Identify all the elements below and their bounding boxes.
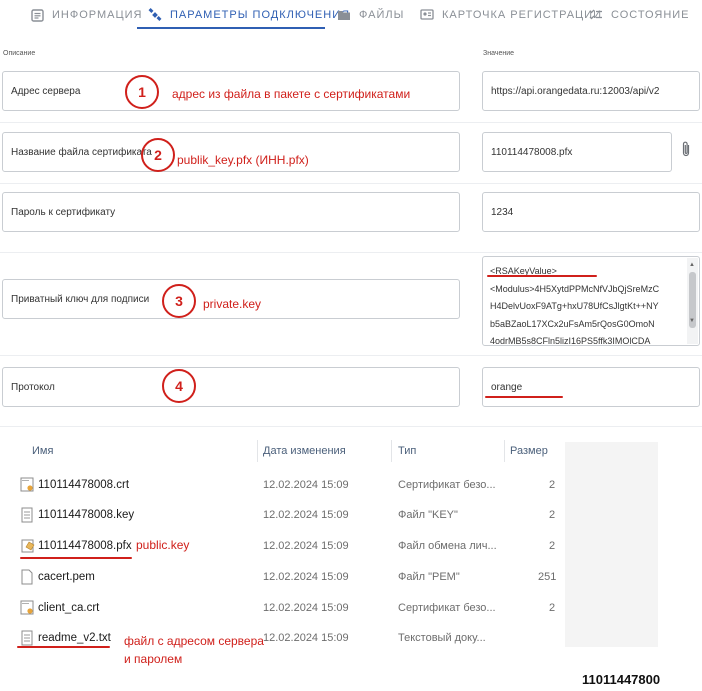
annotation-note-pfx: public.key: [136, 538, 190, 552]
file-type: Файл "KEY": [398, 509, 458, 521]
file-type: Сертификат безо...: [398, 602, 496, 614]
key-line: <Modulus>4H5XytdPPMcNfVJbQjSreMzC: [490, 283, 660, 294]
annotation-note-3: private.key: [203, 297, 262, 311]
column-header-size[interactable]: Размер: [510, 440, 548, 462]
file-type: Файл обмена лич...: [398, 540, 497, 552]
file-name: 110114478008.pfx: [38, 540, 132, 552]
description-column-header: Описание: [3, 50, 36, 57]
key-line: <RSAKeyValue>: [490, 266, 557, 276]
file-date: 12.02.2024 15:09: [263, 602, 349, 614]
file-size: 2: [549, 602, 556, 614]
divider: [0, 122, 702, 123]
server-address-input[interactable]: https://api.orangedata.ru:12003/api/v2: [482, 71, 700, 111]
column-separator[interactable]: [504, 440, 505, 462]
file-name: 110114478008.key: [38, 509, 135, 521]
key-line: b5aBZaoL17XCx2uFsAm5rQosG0OmoN: [490, 318, 655, 329]
file-date: 12.02.2024 15:09: [263, 509, 349, 521]
file-row[interactable]: 110114478008.key 12.02.2024 15:09 Файл "…: [0, 501, 560, 531]
annotation-number-1: 1: [125, 75, 159, 109]
file-date: 12.02.2024 15:09: [263, 540, 349, 552]
tab-bar: ИНФОРМАЦИЯ ПАРАМЕТРЫ ПОДКЛЮЧЕНИЯ ФАЙЛЫ К…: [0, 0, 702, 30]
tab-label: СОСТОЯНИЕ: [611, 9, 690, 21]
annotation-underline: [487, 275, 597, 277]
certificate-password-label: Пароль к сертификату: [2, 192, 460, 232]
file-type: Файл "PEM": [398, 571, 460, 583]
file-row[interactable]: readme_v2.txt 12.02.2024 15:09 Текстовый…: [0, 624, 560, 654]
tab-label: ПАРАМЕТРЫ ПОДКЛЮЧЕНИЯ: [170, 9, 351, 21]
text-file-icon: [20, 630, 34, 646]
column-separator[interactable]: [391, 440, 392, 462]
file-size: 2: [549, 479, 556, 491]
file-row[interactable]: client_ca.crt 12.02.2024 15:09 Сертифика…: [0, 594, 560, 624]
tab-connection-parameters[interactable]: ПАРАМЕТРЫ ПОДКЛЮЧЕНИЯ: [148, 0, 350, 30]
column-header-name[interactable]: Имя: [32, 440, 53, 462]
tab-files[interactable]: ФАЙЛЫ: [337, 0, 404, 30]
blank-file-icon: [20, 569, 34, 585]
id-card-icon: [420, 8, 434, 22]
file-type: Текстовый доку...: [398, 632, 486, 644]
file-size: 2: [549, 509, 556, 521]
tab-label: КАРТОЧКА РЕГИСТРАЦИИ: [442, 9, 602, 21]
certificate-file-input[interactable]: 110114478008.pfx: [482, 132, 672, 172]
tab-registration-card[interactable]: КАРТОЧКА РЕГИСТРАЦИИ: [420, 0, 602, 30]
file-row[interactable]: cacert.pem 12.02.2024 15:09 Файл "PEM" 2…: [0, 563, 560, 593]
certificate-password-input[interactable]: 1234: [482, 192, 700, 232]
folder-icon: [337, 8, 351, 22]
file-name: readme_v2.txt: [38, 632, 111, 644]
protocol-label: Протокол: [2, 367, 460, 407]
annotation-note-readme-1: файл с адресом сервера: [124, 634, 264, 648]
file-name: cacert.pem: [38, 571, 95, 583]
key-line: H4DelvUoxF9ATg+hxU78UfCsJlgtKt++NY: [490, 301, 659, 311]
annotation-note-2: publik_key.pfx (ИНН.pfx): [177, 153, 309, 167]
private-key-textarea[interactable]: <RSAKeyValue> <Modulus>4H5XytdPPMcNfVJbQ…: [482, 256, 700, 346]
partial-filename-text: 11011447800: [582, 672, 661, 687]
redacted-panel: [565, 442, 658, 647]
file-row[interactable]: 110114478008.crt 12.02.2024 15:09 Сертиф…: [0, 471, 560, 501]
annotation-underline: [485, 396, 563, 398]
column-header-type[interactable]: Тип: [398, 440, 416, 462]
tab-label: ФАЙЛЫ: [359, 9, 405, 21]
certificate-file-icon: [20, 477, 34, 493]
text-file-icon: [20, 507, 34, 523]
column-separator[interactable]: [257, 440, 258, 462]
key-line: 4odrMB5s8CFln5lizI16PS5ffk3IMOlCDA: [490, 336, 651, 346]
file-size: 2: [549, 540, 556, 552]
file-name: 110114478008.crt: [38, 479, 130, 491]
tab-information[interactable]: ИНФОРМАЦИЯ: [30, 0, 142, 30]
scroll-up-icon[interactable]: ▲: [689, 262, 695, 268]
certificate-file-icon: [20, 600, 34, 616]
file-date: 12.02.2024 15:09: [263, 479, 349, 491]
divider: [0, 252, 702, 253]
divider: [0, 183, 702, 184]
annotation-number-4: 4: [162, 369, 196, 403]
annotation-note-readme-2: и паролем: [124, 652, 183, 666]
file-name: client_ca.crt: [38, 602, 100, 614]
satellite-icon: [148, 8, 162, 22]
annotation-note-1: адрес из файла в пакете с сертификатами: [172, 87, 411, 101]
file-date: 12.02.2024 15:09: [263, 632, 349, 644]
value-column-header: Значение: [483, 50, 515, 57]
tab-status[interactable]: СОСТОЯНИЕ: [589, 0, 690, 30]
file-type: Сертификат безо...: [398, 479, 496, 491]
annotation-number-3: 3: [162, 284, 196, 318]
annotation-number-2: 2: [141, 138, 175, 172]
annotation-underline: [17, 646, 110, 648]
scroll-down-icon[interactable]: ▼: [689, 318, 695, 324]
paperclip-icon[interactable]: [680, 140, 692, 163]
divider: [0, 426, 702, 427]
file-size: 251: [538, 571, 557, 583]
file-date: 12.02.2024 15:09: [263, 571, 349, 583]
active-tab-indicator: [137, 27, 325, 29]
pfx-file-icon: [20, 538, 35, 554]
annotation-underline: [20, 557, 132, 559]
document-icon: [30, 8, 44, 22]
checklist-icon: [589, 8, 603, 22]
tab-label: ИНФОРМАЦИЯ: [52, 9, 143, 21]
divider: [0, 355, 702, 356]
protocol-input[interactable]: orange: [482, 367, 700, 407]
column-header-date[interactable]: Дата изменения: [263, 440, 346, 462]
